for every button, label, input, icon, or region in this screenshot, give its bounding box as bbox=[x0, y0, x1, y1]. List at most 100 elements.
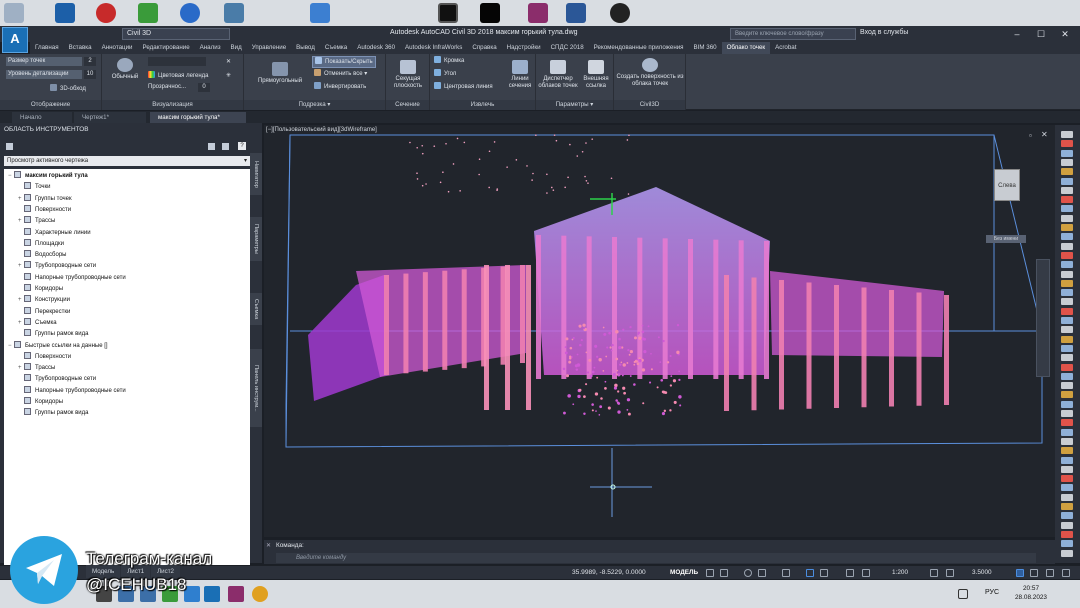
tab-help[interactable]: Справка bbox=[467, 42, 501, 54]
section-lines-button[interactable]: Линии сечения bbox=[504, 60, 536, 90]
point-size-value[interactable]: 2 bbox=[84, 57, 96, 66]
annotation-scale[interactable]: 1:200 bbox=[892, 569, 908, 576]
view-select[interactable]: Просмотр активного чертежа ▾ bbox=[4, 156, 250, 166]
side-tab-toolbox[interactable]: Панель инструм... bbox=[250, 349, 262, 427]
centerline-button[interactable]: Центровая линия bbox=[434, 82, 493, 92]
polar-icon[interactable] bbox=[744, 569, 752, 577]
tree-item[interactable]: Группы рамок вида bbox=[18, 408, 88, 418]
tab-survey[interactable]: Съемка bbox=[320, 42, 352, 54]
tab-point-cloud[interactable]: Облако точек bbox=[721, 42, 771, 54]
side-tab-settings[interactable]: Параметры bbox=[250, 217, 262, 261]
palette-tool-icon[interactable] bbox=[1061, 149, 1073, 157]
model-space-toggle[interactable]: МОДЕЛЬ bbox=[670, 569, 698, 576]
tree-item[interactable]: Напорные трубопроводные сети bbox=[18, 272, 126, 283]
tab-output[interactable]: Вывод bbox=[291, 42, 320, 54]
winrar-icon[interactable] bbox=[528, 3, 548, 23]
rectangular-crop-button[interactable]: Прямоугольный bbox=[248, 62, 312, 85]
palette-tool-icon[interactable] bbox=[1061, 400, 1073, 408]
palette-tool-icon[interactable] bbox=[1061, 214, 1073, 222]
search-input[interactable]: Введите ключевое слово/фразу bbox=[730, 28, 856, 40]
tab-featured-apps[interactable]: Рекомендованные приложения bbox=[589, 42, 689, 54]
palette-tool-icon[interactable] bbox=[1061, 428, 1073, 436]
tree-item[interactable]: Напорные трубопроводные сети bbox=[18, 385, 126, 396]
tab-manage[interactable]: Управление bbox=[247, 42, 291, 54]
app-icon-red[interactable] bbox=[96, 3, 116, 23]
tray-network-icon[interactable] bbox=[958, 589, 968, 599]
maximize-icon[interactable]: ☐ bbox=[1030, 27, 1052, 41]
tree-item[interactable]: − Быстрые ссылки на данные [] bbox=[8, 340, 108, 351]
clean-screen-icon[interactable] bbox=[1046, 569, 1054, 577]
tab-annotate[interactable]: Аннотации bbox=[97, 42, 138, 54]
tree-item[interactable]: Поверхности bbox=[18, 204, 71, 215]
palette-tool-icon[interactable] bbox=[1061, 298, 1073, 306]
close-icon[interactable]: ✕ bbox=[1054, 27, 1076, 41]
palette-tool-icon[interactable] bbox=[1061, 465, 1073, 473]
tree-item[interactable]: + Трассы bbox=[18, 216, 55, 226]
tab-analyze[interactable]: Анализ bbox=[195, 42, 226, 54]
recycle-bin-icon[interactable] bbox=[4, 3, 24, 23]
workspace-icon[interactable] bbox=[930, 569, 938, 577]
viewcube[interactable]: Слева bbox=[994, 169, 1020, 201]
palette-tool-icon[interactable] bbox=[1061, 279, 1073, 287]
point-size-field[interactable]: Размер точек bbox=[6, 57, 82, 66]
palette-tool-icon[interactable] bbox=[1061, 437, 1073, 445]
detail-level-value[interactable]: 10 bbox=[84, 70, 96, 79]
viewport-close-icon[interactable]: ✕ bbox=[1041, 130, 1048, 139]
wcs-menu[interactable]: Без имени bbox=[986, 235, 1026, 243]
tab-modify[interactable]: Редактирование bbox=[138, 42, 195, 54]
palette-tool-icon[interactable] bbox=[1061, 186, 1073, 194]
palette-tool-icon[interactable] bbox=[1061, 447, 1073, 455]
palette-tool-icon[interactable] bbox=[1061, 317, 1073, 324]
palette-tool-icon[interactable] bbox=[1061, 549, 1073, 557]
tab-bim360[interactable]: BIM 360 bbox=[689, 42, 722, 54]
osnap-icon[interactable] bbox=[758, 569, 766, 577]
annotation-visibility-icon[interactable] bbox=[862, 569, 870, 577]
detail-level-field[interactable]: Уровень детализации bbox=[6, 70, 82, 79]
palette-tool-icon[interactable] bbox=[1061, 131, 1073, 138]
point-cloud-manager-button[interactable]: Диспетчер облаков точек bbox=[538, 60, 578, 90]
transparency-field[interactable]: Прозрачнос... bbox=[148, 83, 186, 92]
palette-tool-icon[interactable] bbox=[1061, 289, 1073, 297]
doc-tab-start[interactable]: Начало bbox=[12, 112, 72, 123]
app-icon-green[interactable] bbox=[138, 3, 158, 23]
palette-tool-icon[interactable] bbox=[1061, 493, 1073, 501]
lineweight-icon[interactable] bbox=[806, 569, 814, 577]
app-icon-gear[interactable] bbox=[224, 3, 244, 23]
section-plane-button[interactable]: Секущая плоскость bbox=[388, 60, 428, 90]
invert-button[interactable]: Инвертировать bbox=[314, 82, 366, 92]
tree-item[interactable]: + Трассы bbox=[18, 363, 55, 373]
selection-cycling-icon[interactable] bbox=[846, 569, 854, 577]
tree-item[interactable]: Трубопроводные сети bbox=[18, 374, 96, 384]
palette-tool-icon[interactable] bbox=[1061, 475, 1073, 483]
grid-icon[interactable] bbox=[706, 569, 714, 577]
tab-infraworks[interactable]: Autodesk InfraWorks bbox=[400, 42, 467, 54]
keyboard-language[interactable]: РУС bbox=[985, 589, 999, 596]
show-hide-button[interactable]: Показать/Скрыть bbox=[312, 56, 376, 68]
point-cloud-view[interactable] bbox=[264, 125, 1055, 537]
tree-item[interactable]: Водосборы bbox=[18, 250, 66, 260]
palette-tool-icon[interactable] bbox=[1061, 158, 1073, 166]
palette-tool-icon[interactable] bbox=[1061, 335, 1073, 343]
word-icon[interactable] bbox=[566, 3, 586, 23]
edge-button[interactable]: Кромка bbox=[434, 56, 464, 66]
palette-tool-icon[interactable] bbox=[1061, 530, 1073, 538]
palette-tool-icon[interactable] bbox=[1061, 196, 1073, 204]
tree-item[interactable]: Перекрестки bbox=[18, 306, 70, 317]
tree-item[interactable]: + Съемка bbox=[18, 317, 57, 328]
palette-tool-icon[interactable] bbox=[1061, 512, 1073, 520]
palette-tool-icon[interactable] bbox=[1061, 168, 1073, 176]
transparency-icon[interactable] bbox=[820, 569, 828, 577]
help-icon[interactable]: ? bbox=[238, 142, 246, 150]
hardware-accel-icon[interactable] bbox=[1030, 569, 1038, 577]
transparency-value[interactable]: 0 bbox=[198, 83, 210, 92]
palette-tool-icon[interactable] bbox=[1061, 372, 1073, 380]
toolspace-layout-icon[interactable] bbox=[222, 143, 229, 150]
otrack-icon[interactable] bbox=[782, 569, 790, 577]
tab-spds[interactable]: СПДС 2018 bbox=[546, 42, 589, 54]
annotation-monitor-icon[interactable] bbox=[946, 569, 954, 577]
palette-tool-icon[interactable] bbox=[1061, 391, 1073, 399]
customize-icon[interactable] bbox=[1062, 569, 1070, 577]
elevation-value[interactable]: 3.5000 bbox=[972, 569, 992, 576]
palette-tool-icon[interactable] bbox=[1061, 177, 1073, 185]
tree-item[interactable]: Поверхности bbox=[18, 351, 71, 362]
